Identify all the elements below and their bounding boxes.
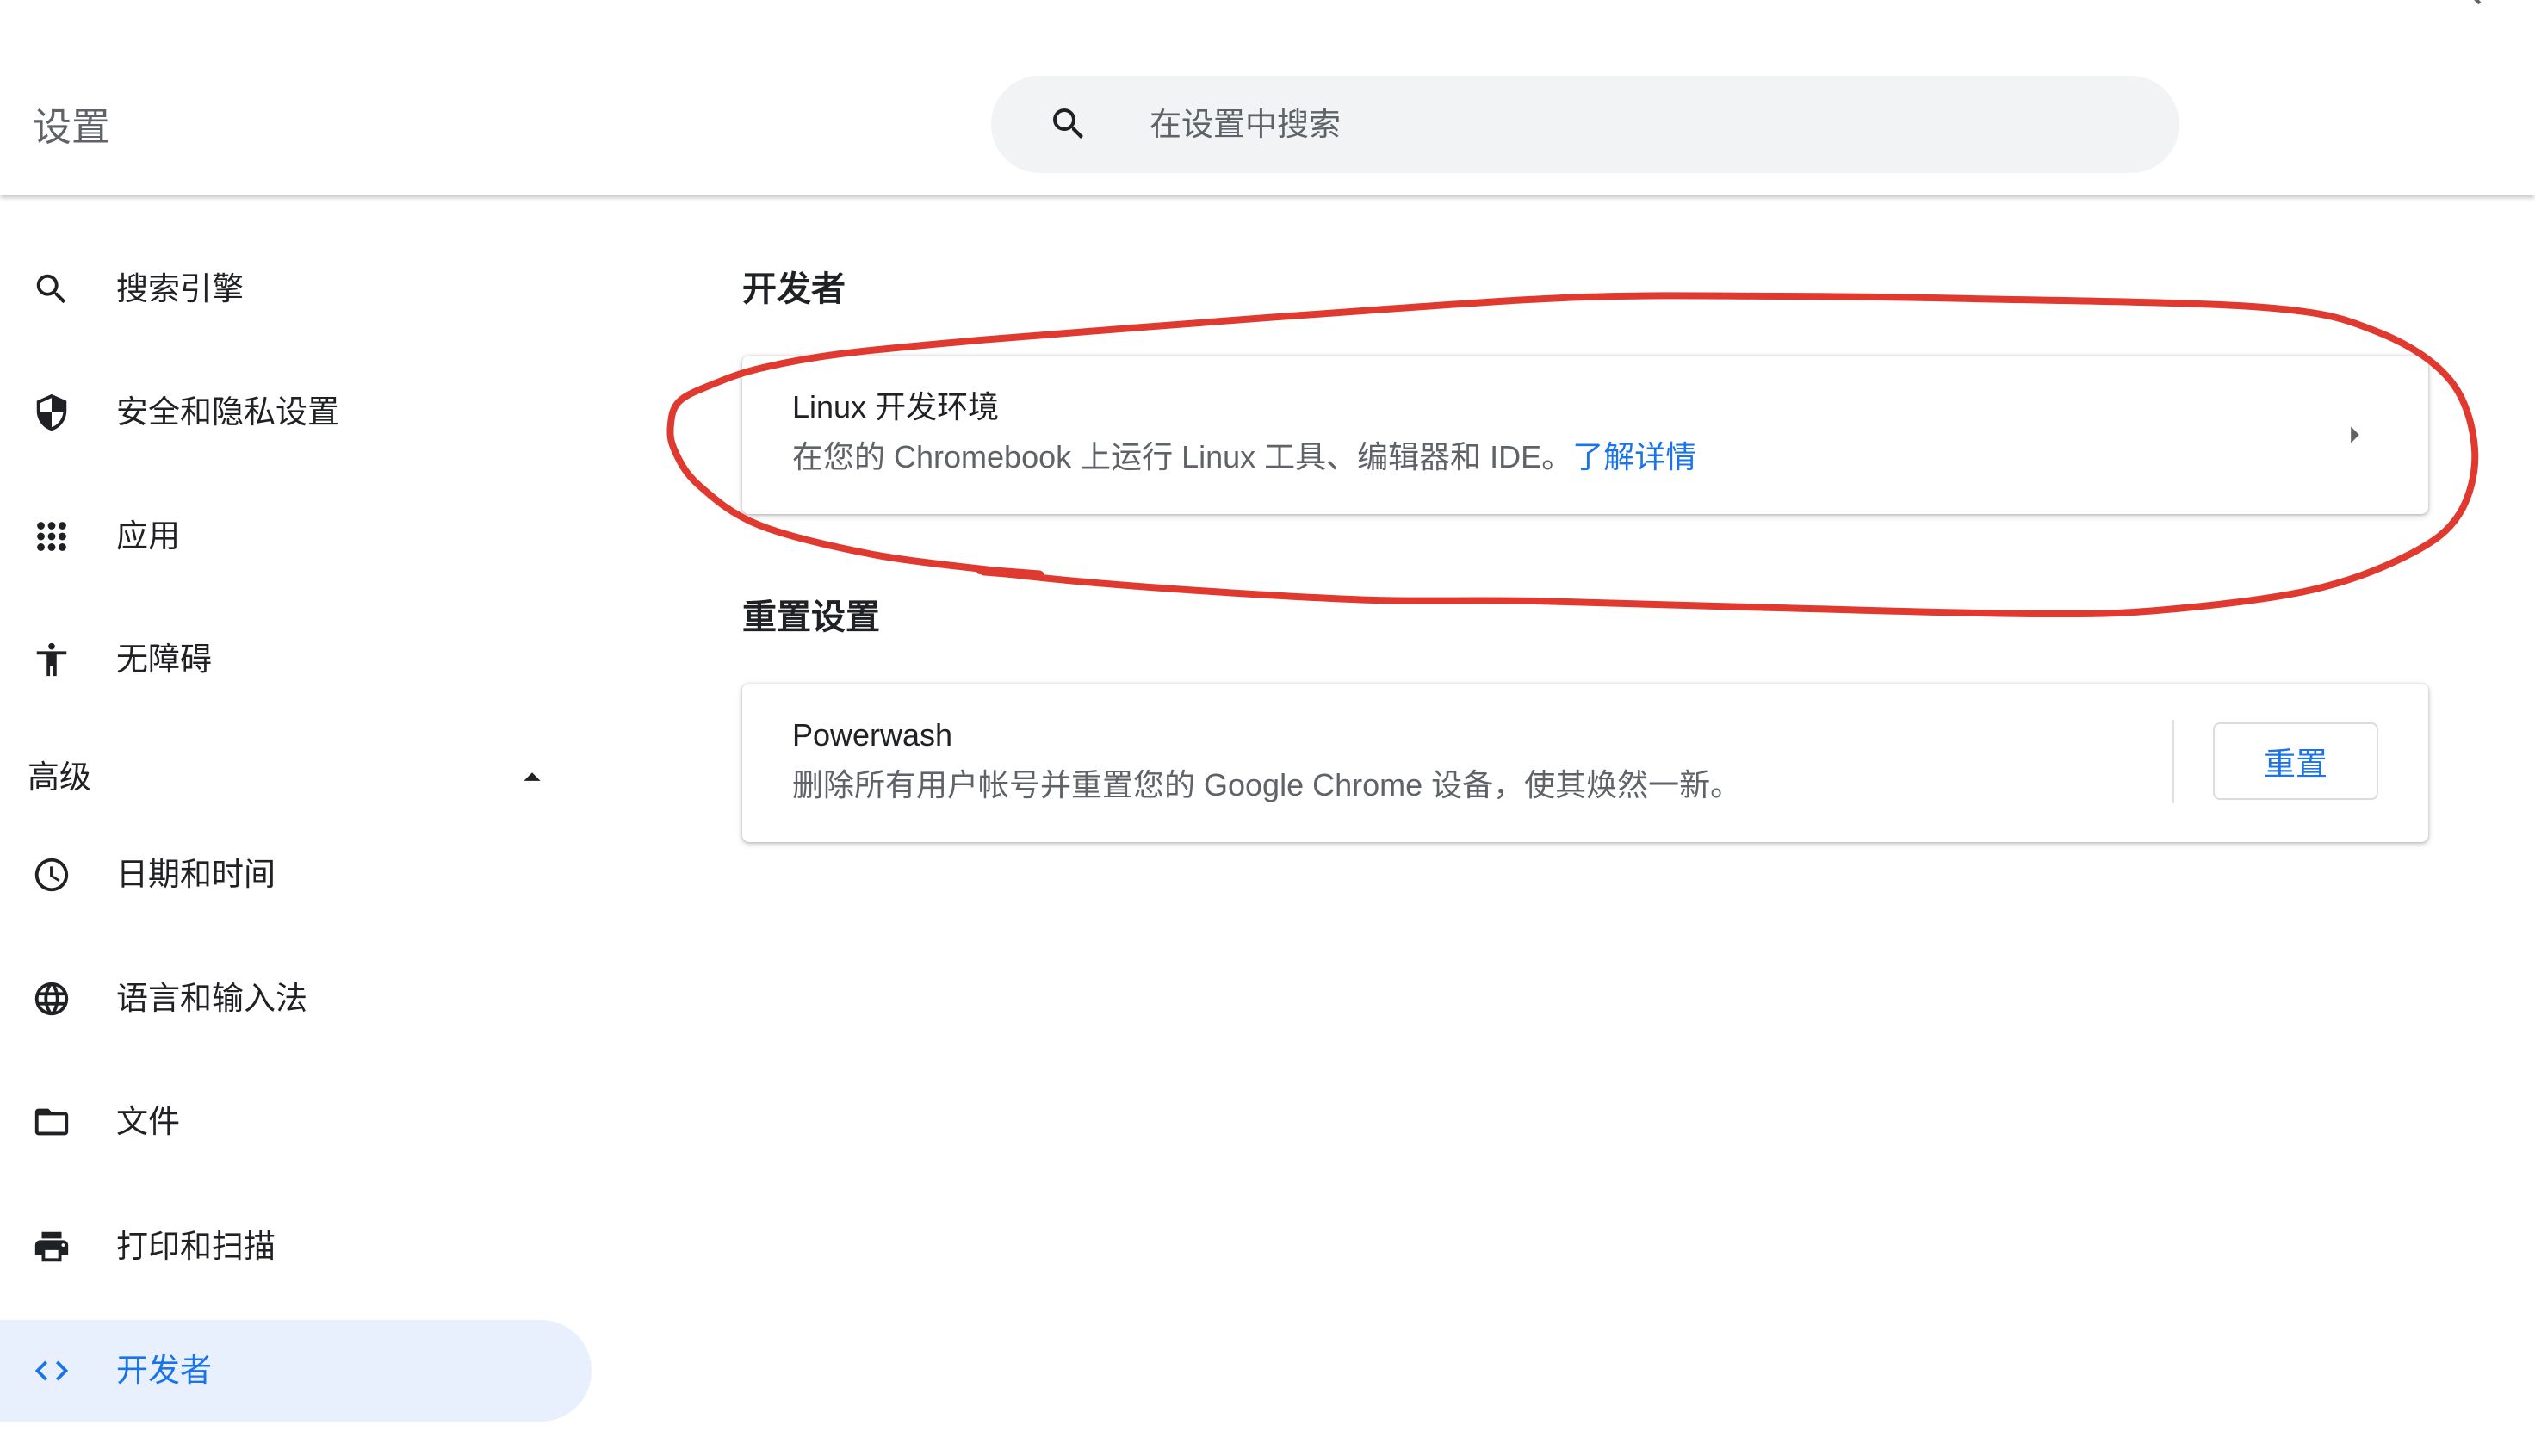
advanced-label: 高级	[28, 759, 91, 795]
print-icon	[34, 1231, 69, 1262]
annotation-notch-stroke	[979, 566, 1044, 580]
sidebar-item-label: 无障碍	[116, 641, 212, 677]
sidebar-item-accessibility[interactable]: 无障碍	[0, 609, 592, 710]
powerwash-title: Powerwash	[792, 717, 953, 753]
clock-icon	[34, 858, 69, 892]
apps-icon	[37, 522, 66, 551]
sidebar-item-search-engine[interactable]: 搜索引擎	[0, 239, 592, 340]
reset-button[interactable]: 重置	[2213, 722, 2378, 800]
sidebar-item-label: 搜索引擎	[116, 271, 244, 307]
shield-icon	[36, 393, 67, 431]
code-icon	[34, 1360, 69, 1381]
section-heading-reset: 重置设置	[742, 598, 880, 636]
linux-dev-env-title: Linux 开发环境	[792, 389, 1000, 424]
search-box[interactable]	[991, 76, 2179, 173]
linux-dev-env-description: 在您的 Chromebook 上运行 Linux 工具、编辑器和 IDE。了解详…	[792, 438, 1696, 476]
powerwash-card: Powerwash 删除所有用户帐号并重置您的 Google Chrome 设备…	[742, 684, 2428, 842]
advanced-section-toggle[interactable]: 高级	[0, 743, 592, 812]
search-icon[interactable]	[2447, 0, 2487, 10]
sidebar-item-label: 应用	[116, 518, 180, 554]
powerwash-description: 删除所有用户帐号并重置您的 Google Chrome 设备，使其焕然一新。	[792, 767, 1742, 802]
settings-header: 设置	[0, 0, 2535, 195]
sidebar-item-date-time[interactable]: 日期和时间	[0, 824, 592, 926]
sidebar-item-print-scan[interactable]: 打印和扫描	[0, 1196, 592, 1298]
learn-more-link[interactable]: 了解详情	[1572, 439, 1696, 474]
sidebar-item-files[interactable]: 文件	[0, 1071, 592, 1173]
sidebar-item-developers[interactable]: 开发者	[0, 1320, 592, 1422]
page-title: 设置	[33, 105, 111, 149]
sidebar-item-apps[interactable]: 应用	[0, 486, 592, 587]
search-input[interactable]	[1150, 76, 2140, 173]
sidebar-item-label: 日期和时间	[116, 857, 276, 892]
globe-icon	[34, 982, 69, 1016]
search-icon	[36, 274, 66, 304]
sidebar-item-label: 文件	[116, 1104, 180, 1139]
arrow-right-icon[interactable]	[2334, 415, 2374, 455]
sidebar-item-languages-input[interactable]: 语言和输入法	[0, 948, 592, 1050]
sidebar-item-label: 打印和扫描	[116, 1229, 276, 1264]
arrow-drop-up-icon	[524, 772, 541, 781]
accessibility-icon	[36, 642, 67, 677]
search-icon	[1053, 108, 1083, 139]
sidebar: 搜索引擎 安全和隐私设置 应用 无障碍 高级 日期和时间 语言和输入法 文件 打…	[0, 0, 603, 1456]
sidebar-item-label: 开发者	[116, 1353, 212, 1388]
vertical-divider	[2172, 720, 2174, 803]
linux-dev-env-row[interactable]: Linux 开发环境 在您的 Chromebook 上运行 Linux 工具、编…	[742, 356, 2428, 514]
linux-dev-env-card: Linux 开发环境 在您的 Chromebook 上运行 Linux 工具、编…	[742, 356, 2428, 514]
sidebar-item-security-privacy[interactable]: 安全和隐私设置	[0, 362, 592, 463]
folder-icon	[34, 1108, 69, 1136]
section-heading-developers: 开发者	[742, 270, 846, 308]
sidebar-item-label: 安全和隐私设置	[116, 394, 339, 430]
linux-dev-env-description-text: 在您的 Chromebook 上运行 Linux 工具、编辑器和 IDE。	[792, 439, 1573, 474]
sidebar-item-label: 语言和输入法	[116, 981, 307, 1016]
